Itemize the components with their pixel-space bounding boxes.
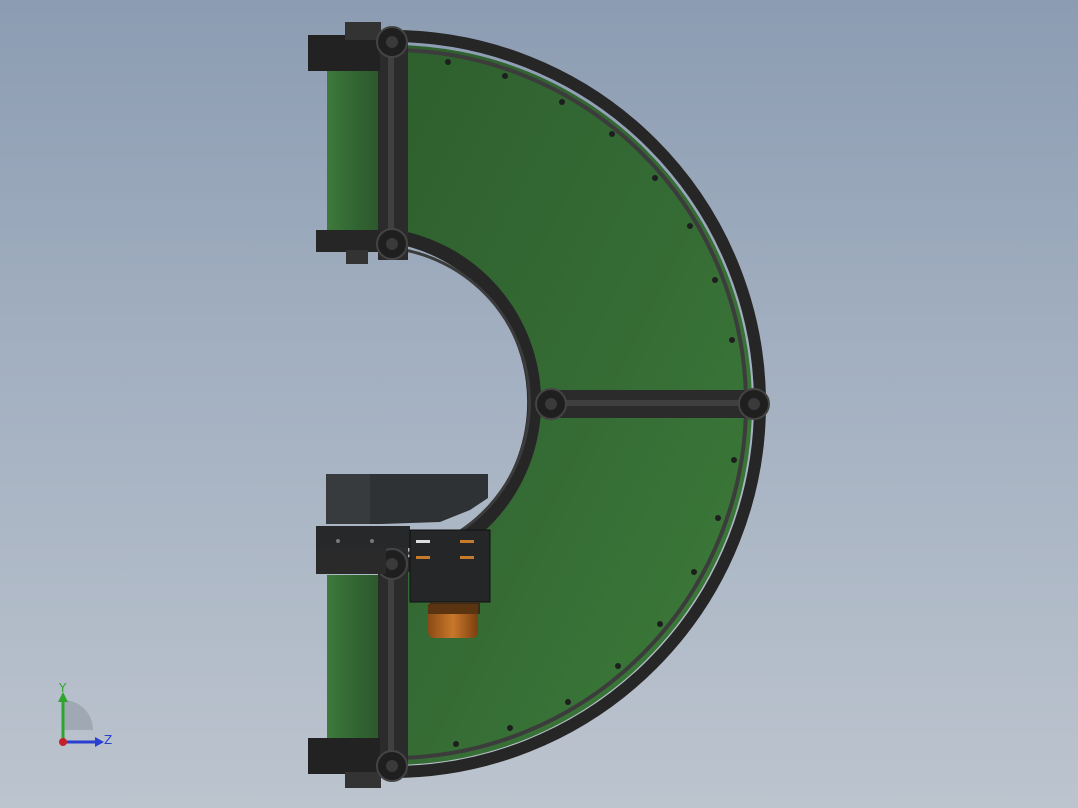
x-axis-dot: [59, 738, 67, 746]
cad-viewport[interactable]: Y Z: [0, 0, 1078, 808]
gearbox: [409, 529, 491, 614]
lower-straight-belt: [327, 575, 379, 740]
orientation-triad: Y Z: [58, 681, 112, 747]
upper-straight-belt: [327, 70, 379, 230]
bottom-end-clamp: [308, 738, 380, 774]
y-axis-label: Y: [58, 681, 67, 695]
z-axis-arrow: [95, 737, 104, 747]
z-axis-label: Z: [104, 733, 112, 747]
curved-conveyor-model[interactable]: [0, 0, 1078, 808]
top-end-clamp: [308, 35, 380, 71]
